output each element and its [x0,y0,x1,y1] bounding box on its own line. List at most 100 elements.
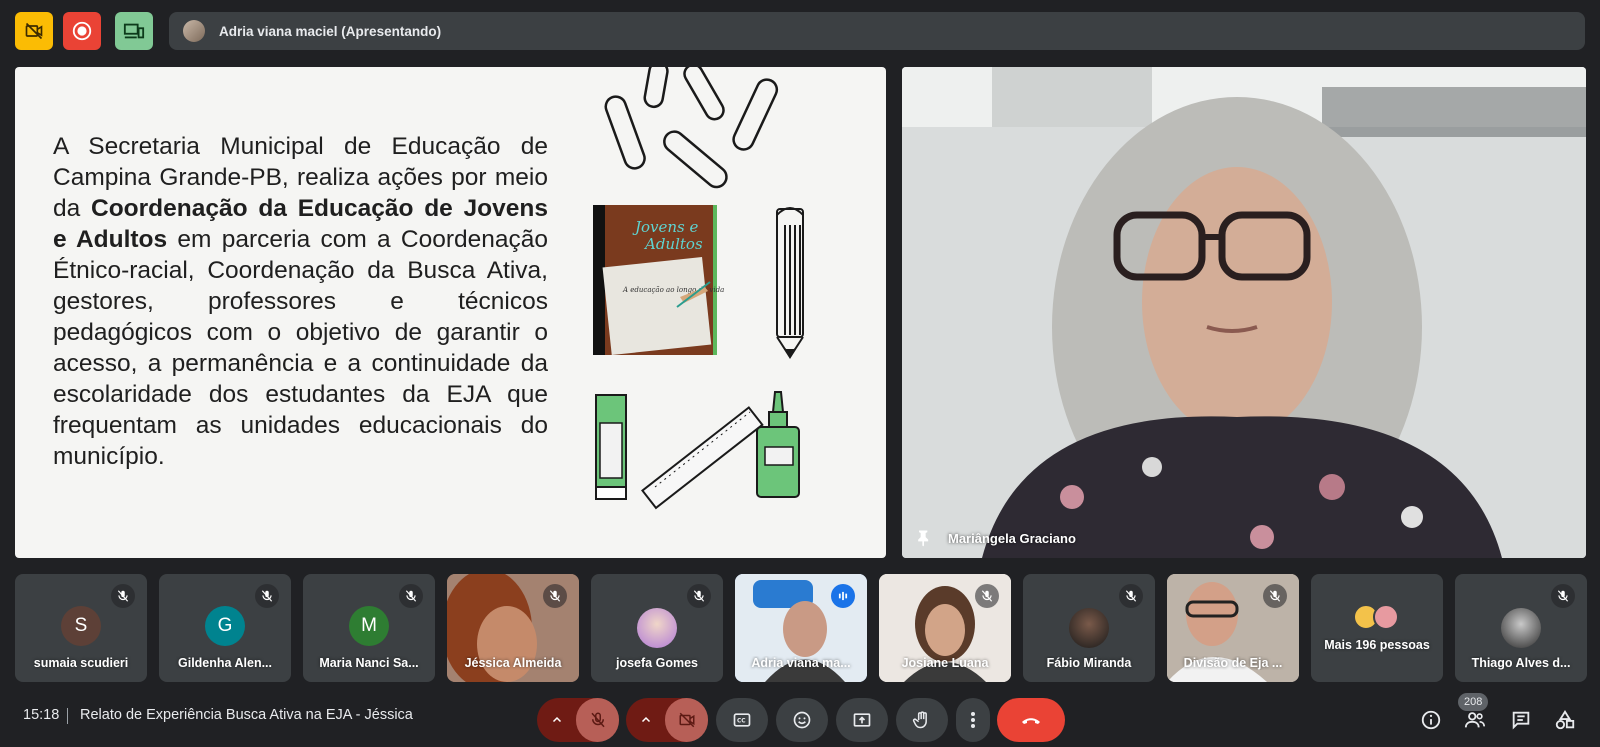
people-button[interactable]: 208 [1458,693,1490,735]
captions-icon: CC [733,713,751,727]
chat-button[interactable] [1506,705,1536,735]
more-participants-label: Mais 196 pessoas [1324,638,1430,652]
svg-text:CC: CC [737,719,746,725]
participant-tile[interactable]: Jéssica Almeida [447,574,579,682]
presenter-label: Adria viana maciel (Apresentando) [219,23,442,39]
divider [67,708,68,724]
participant-tile[interactable]: S sumaia scudieri [15,574,147,682]
participant-name: Divisão de Eja ... [1183,656,1283,670]
chevron-up-icon[interactable] [626,698,665,742]
emoji-icon [793,711,811,729]
present-icon [853,713,871,727]
participant-count-badge: 208 [1458,693,1489,711]
participant-tile[interactable]: G Gildenha Alen... [159,574,291,682]
book-title-line2: Adultos [643,235,703,253]
leave-call-button[interactable] [997,698,1065,742]
participant-name: Fábio Miranda [1046,656,1132,670]
meeting-title: Relato de Experiência Busca Ativa na EJA… [80,707,413,723]
ruler-icon [641,406,764,510]
speaking-icon [831,584,855,608]
mic-off-icon [543,584,567,608]
companion-mode-button[interactable] [115,12,153,50]
more-vert-icon [971,712,975,728]
participant-tile[interactable]: Adria viana ma... [735,574,867,682]
clock: 15:18 [23,707,60,723]
bottom-bar: 15:18 Relato de Experiência Busca Ativa … [0,687,1600,747]
mic-off-icon [399,584,423,608]
mic-off-icon[interactable] [576,698,619,742]
reactions-button[interactable] [776,698,828,742]
main-video-tile[interactable]: Mariângela Graciano [902,67,1586,558]
microphone-control[interactable] [537,698,619,742]
participant-name: Jéssica Almeida [464,656,562,670]
more-participants-tile[interactable]: Mais 196 pessoas [1311,574,1443,682]
avatar: M [349,606,389,646]
more-options-button[interactable] [956,698,990,742]
presenter-avatar [183,20,205,42]
raise-hand-button[interactable] [896,698,948,742]
participant-tile[interactable]: josefa Gomes [591,574,723,682]
participant-name: Maria Nanci Sa... [319,656,419,670]
mic-off-icon [1263,584,1287,608]
book-title-line1: Jovens e [632,218,699,236]
mic-off-icon [1119,584,1143,608]
captions-button[interactable]: CC [716,698,768,742]
hang-up-icon [1022,718,1040,724]
participant-tile[interactable]: Josiane Luana [879,574,1011,682]
mic-off-icon [255,584,279,608]
avatar-stack [1353,604,1401,630]
slide-text-part2: em parceria com a Coordenação Étnico-rac… [53,226,548,470]
main-video-name: Mariângela Graciano [948,531,1076,546]
participant-name: Thiago Alves d... [1471,656,1571,670]
info-icon [1421,710,1441,730]
school-supplies-illustration: Jovens e Adultos A educação ao longo da … [593,67,804,510]
chevron-up-icon[interactable] [537,698,576,742]
avatar [1069,608,1109,648]
recording-button[interactable] [63,12,101,50]
participant-name: josefa Gomes [616,656,698,670]
mic-off-icon [687,584,711,608]
camera-off-icon[interactable] [665,698,708,742]
avatar [1501,608,1541,648]
top-bar: Adria viana maciel (Apresentando) [15,12,1585,50]
participant-tile[interactable]: Thiago Alves d... [1455,574,1587,682]
participant-name: sumaia scudieri [33,656,129,670]
participant-name: Josiane Luana [901,656,989,670]
book-caption: A educação ao longo da vida [622,286,724,294]
glue-stick-icon [595,394,627,500]
shapes-icon [1555,710,1575,730]
avatar [637,608,677,648]
glue-bottle-icon [756,391,800,498]
pencil-icon [776,207,804,359]
presenter-banner[interactable]: Adria viana maciel (Apresentando) [169,12,1585,50]
avatar: S [61,606,101,646]
participant-name: Gildenha Alen... [178,656,272,670]
activities-button[interactable] [1550,705,1580,735]
captions-off-button[interactable] [15,12,53,50]
participant-tile[interactable]: M Maria Nanci Sa... [303,574,435,682]
meeting-details-button[interactable] [1416,705,1446,735]
participant-tile[interactable]: Divisão de Eja ... [1167,574,1299,682]
participant-strip: S sumaia scudieri G Gildenha Alen... M M… [15,574,1587,682]
mic-off-icon [111,584,135,608]
record-icon [72,21,92,41]
book-icon: Jovens e Adultos A educação ao longo da … [593,205,724,355]
pin-icon[interactable] [914,528,934,548]
slide-paragraph: A Secretaria Municipal de Educação de Ca… [53,131,548,472]
paperclips-icon [604,67,779,189]
chat-icon [1512,711,1530,730]
no-video-icon [25,22,43,40]
participant-tile[interactable]: Fábio Miranda [1023,574,1155,682]
presentation-slide: A Secretaria Municipal de Educação de Ca… [15,67,886,558]
side-panel-toggles: 208 [1416,693,1586,735]
camera-control[interactable] [626,698,708,742]
main-video-feed [902,67,1586,558]
mic-off-icon [975,584,999,608]
participant-name: Adria viana ma... [751,656,851,670]
avatar: G [205,606,245,646]
present-screen-button[interactable] [836,698,888,742]
people-icon [1464,712,1485,728]
mic-off-icon [1551,584,1575,608]
hand-icon [912,711,927,729]
devices-icon [123,23,145,39]
